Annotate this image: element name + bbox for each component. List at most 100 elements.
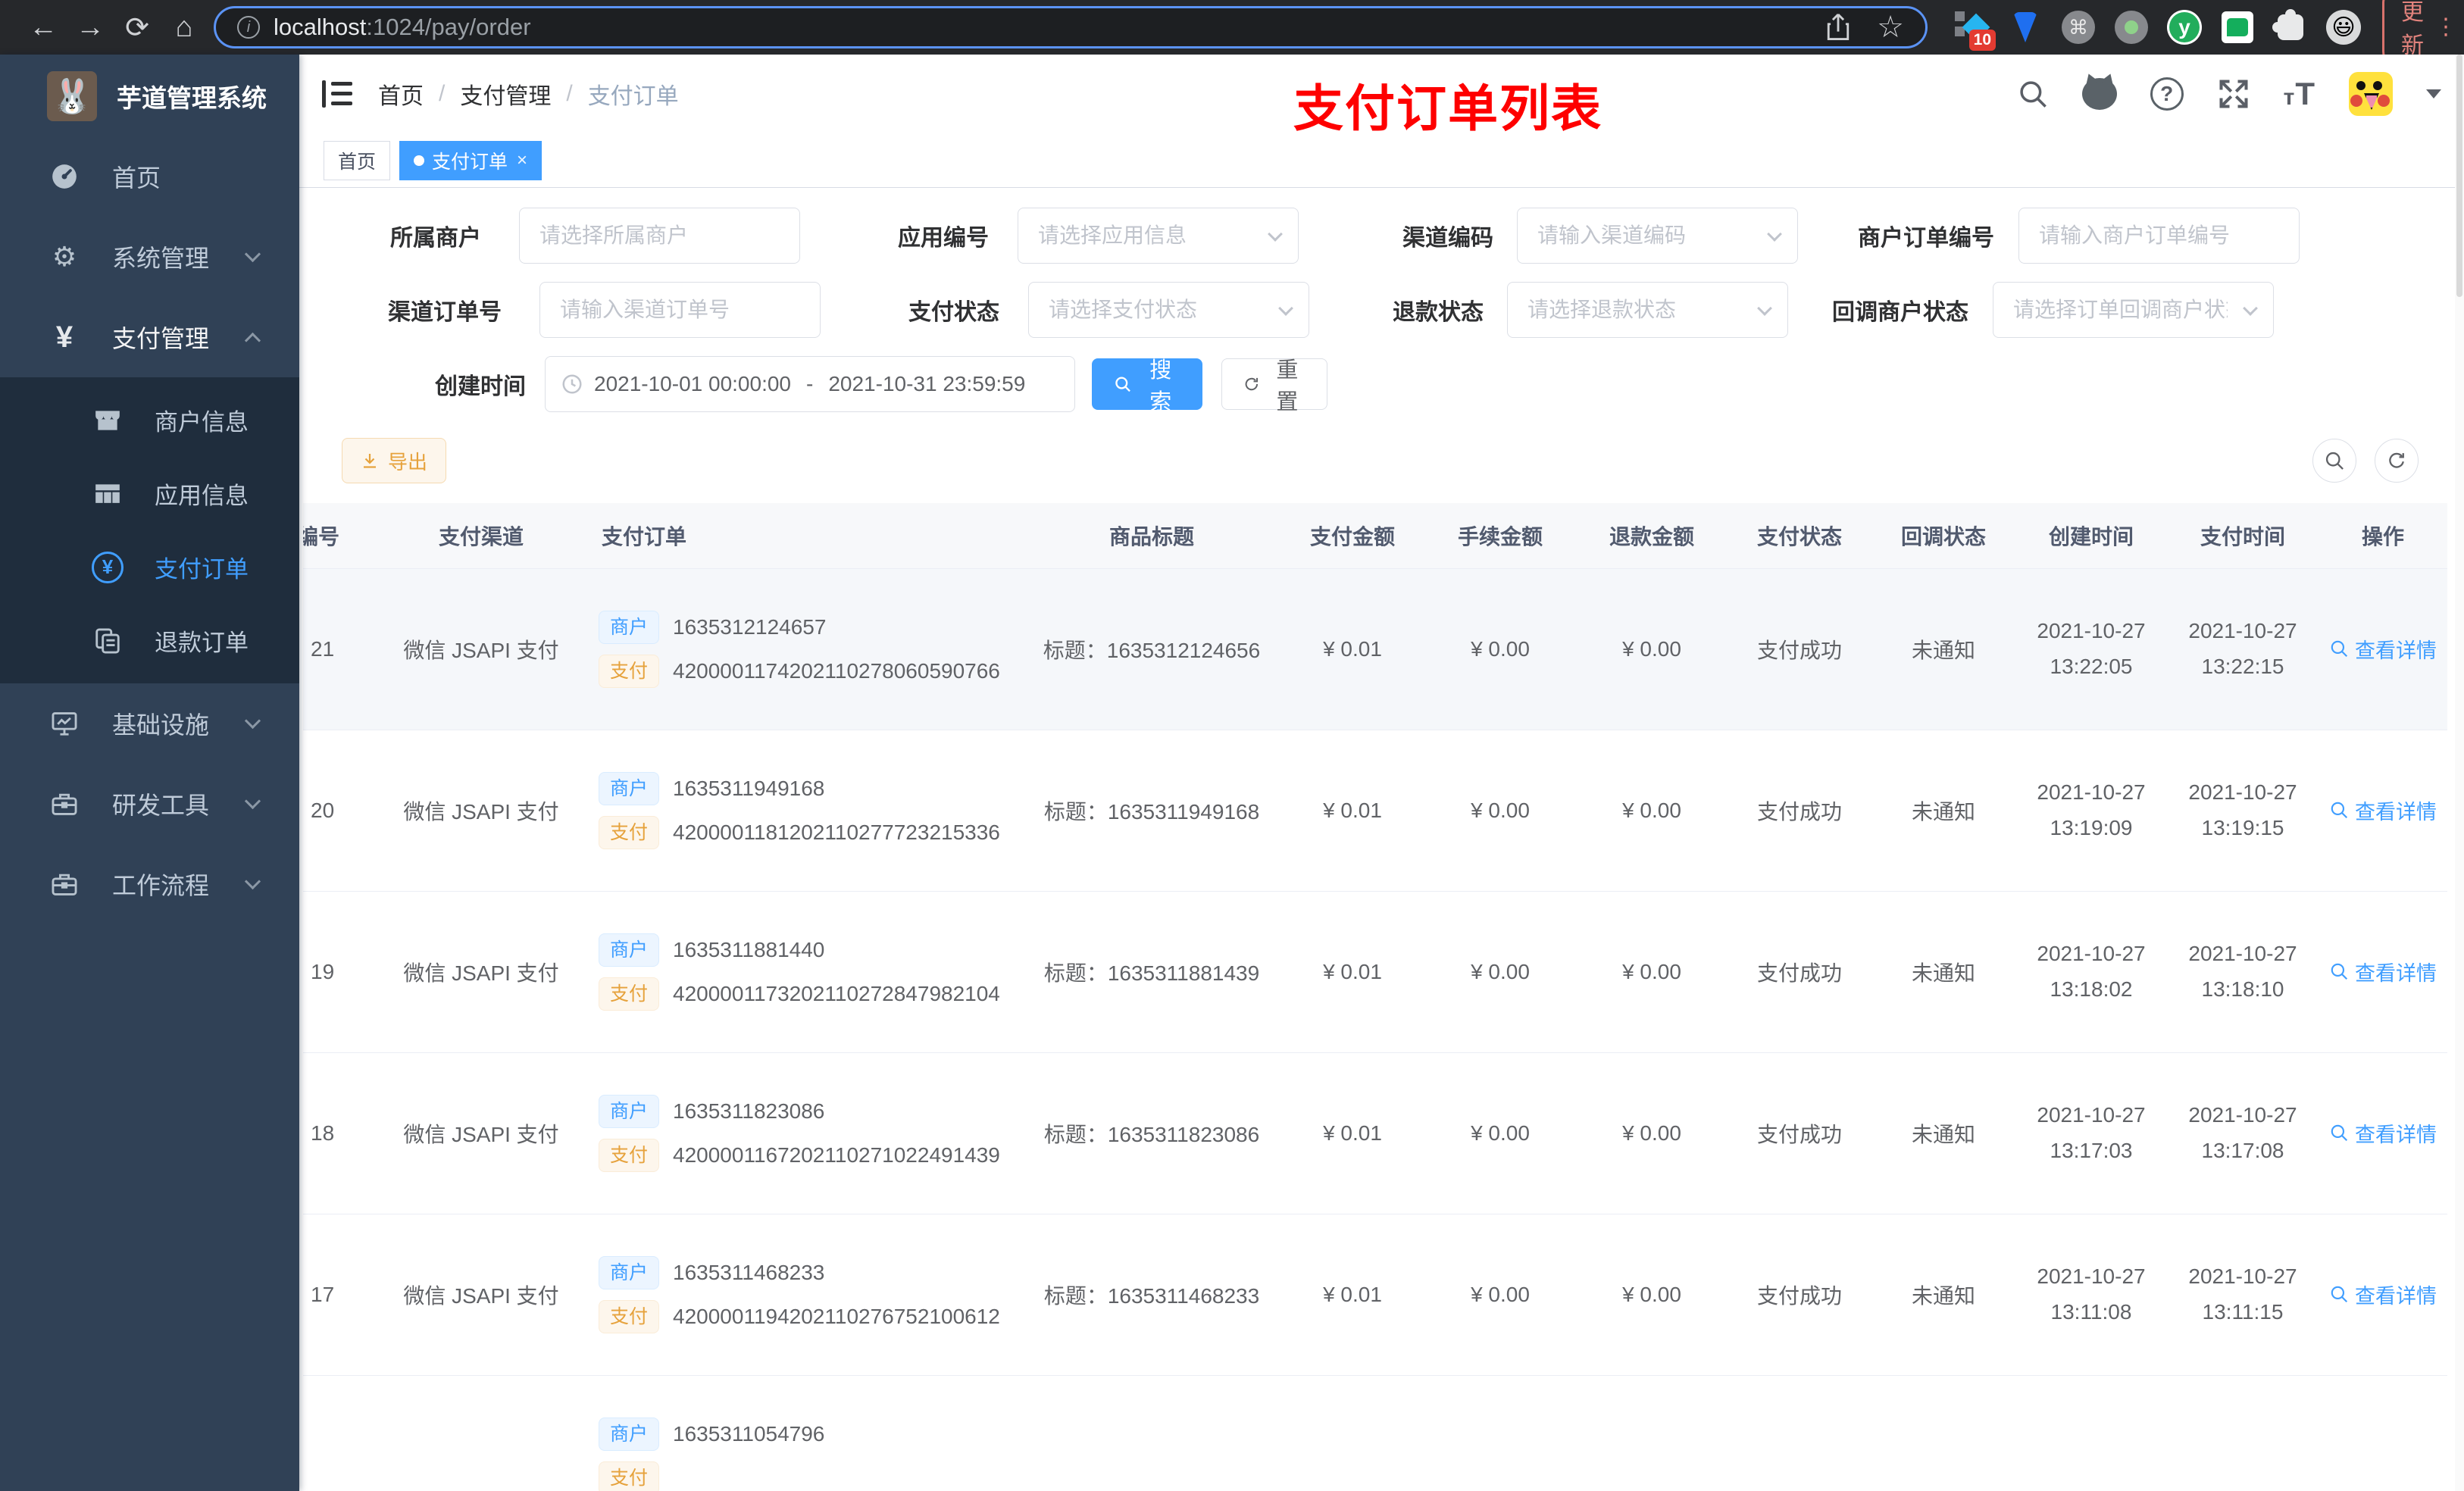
fullscreen-icon[interactable]	[2217, 77, 2250, 111]
app-logo-row[interactable]: 🐰 芋道管理系统	[0, 55, 299, 136]
address-bar[interactable]: i localhost:1024/pay/order ☆	[214, 6, 1928, 48]
help-icon[interactable]: ?	[2150, 77, 2184, 111]
user-avatar[interactable]	[2349, 72, 2393, 116]
channel-order-no-input[interactable]	[539, 282, 821, 338]
filter-label-pay-status: 支付状态	[908, 300, 999, 325]
sidebar-item-merchant-info[interactable]: 商户信息	[0, 383, 299, 457]
view-details-link[interactable]: 查看详情	[2329, 1280, 2437, 1309]
extension-icon-5[interactable]: y	[2167, 10, 2202, 45]
cell-notify-status: 未通知	[1871, 730, 2015, 892]
notify-status-select-input[interactable]	[1993, 282, 2274, 338]
search-icon[interactable]	[2017, 78, 2049, 110]
cell-amount: ¥ 0.01	[1280, 730, 1424, 892]
share-icon[interactable]	[1825, 13, 1851, 42]
merchant-order-no-input[interactable]	[2018, 208, 2300, 264]
table-row[interactable]: 商户 1635311054796 支付	[303, 1375, 2447, 1491]
cell-fee: ¥ 0.00	[1424, 891, 1576, 1053]
sidebar-item-home[interactable]: 首页	[0, 136, 299, 217]
site-info-icon[interactable]: i	[237, 16, 260, 39]
refund-status-select-input[interactable]	[1507, 282, 1788, 338]
sidebar-item-pay-order[interactable]: ¥ 支付订单	[0, 530, 299, 604]
close-icon[interactable]: ×	[517, 150, 527, 171]
view-details-link[interactable]: 查看详情	[2329, 1118, 2437, 1148]
sidebar-item-devtools[interactable]: 研发工具	[0, 764, 299, 844]
download-icon	[364, 454, 376, 468]
table-row[interactable]: 19 微信 JSAPI 支付 商户 1635311881440 支付 4200001…	[303, 891, 2447, 1053]
refresh-table-button[interactable]	[2375, 439, 2419, 483]
extensions-row: 10 ⌘ y 😃	[1955, 9, 2361, 51]
app-logo: 🐰	[47, 71, 97, 121]
cell-amount: ¥ 0.01	[1280, 568, 1424, 730]
refresh-icon	[2389, 452, 2404, 468]
cell-id: 18	[303, 1052, 386, 1214]
url-host: localhost	[274, 14, 367, 40]
sidebar-item-workflow[interactable]: 工作流程	[0, 844, 299, 924]
chevron-down-icon	[244, 873, 261, 890]
avatar-caret-icon[interactable]	[2426, 89, 2441, 98]
app-select-input[interactable]	[1018, 208, 1299, 264]
table-row[interactable]: 17 微信 JSAPI 支付 商户 1635311468233 支付 4200001…	[303, 1214, 2447, 1376]
col-amount: 支付金额	[1280, 503, 1424, 569]
pay-tag: 支付	[599, 1461, 660, 1491]
extension-icon-6[interactable]	[2220, 10, 2255, 45]
cell-pay-order: 商户 1635312124657 支付 4200001174202110278060…	[576, 568, 1023, 730]
cell-amount: ¥ 0.01	[1280, 891, 1424, 1053]
search-button[interactable]: 搜索	[1092, 358, 1202, 414]
dashboard-icon	[48, 162, 80, 191]
extensions-puzzle-icon[interactable]	[2272, 9, 2308, 45]
view-details-link[interactable]: 查看详情	[2329, 796, 2437, 825]
back-icon[interactable]: ←	[20, 11, 67, 44]
chevron-up-icon	[244, 332, 261, 349]
cell-created: 2021-10-27 13:17:03	[2015, 1052, 2167, 1214]
sidebar-item-payment[interactable]: ¥ 支付管理	[0, 297, 299, 377]
filter-label-app: 应用编号	[898, 226, 989, 251]
create-time-range-input[interactable]: 2021-10-01 00:00:00 - 2021-10-31 23:59:5…	[545, 356, 1075, 412]
table-row[interactable]: 21 微信 JSAPI 支付 商户 1635312124657 支付 4200001…	[303, 568, 2447, 730]
browser-menu-icon[interactable]: ⋮	[2434, 14, 2457, 40]
sidebar-item-app-info[interactable]: 应用信息	[0, 457, 299, 530]
scrollbar[interactable]	[2455, 55, 2464, 1491]
reset-button[interactable]: 重置	[1221, 358, 1327, 414]
home-icon[interactable]: ⌂	[161, 11, 208, 44]
font-size-icon[interactable]: тT	[2284, 76, 2315, 112]
extension-icon-3[interactable]: ⌘	[2061, 10, 2096, 45]
filter-label-notify-status: 回调商户状态	[1832, 300, 1968, 325]
sidebar-item-infra[interactable]: 基础设施	[0, 683, 299, 764]
extension-icon-1[interactable]: 10	[1955, 10, 1996, 51]
tab-pay-order[interactable]: 支付订单 ×	[399, 140, 543, 180]
sidebar-item-system[interactable]: ⚙ 系统管理	[0, 217, 299, 297]
col-created: 创建时间	[2015, 503, 2167, 569]
channel-code-select-input[interactable]	[1517, 208, 1798, 264]
bookmark-star-icon[interactable]: ☆	[1877, 10, 1904, 45]
sidebar-item-refund-order[interactable]: 退款订单	[0, 604, 299, 677]
merchant-select-input[interactable]	[519, 208, 800, 264]
cell-pay-order: 商户 1635311823086 支付 4200001167202110271022…	[576, 1052, 1023, 1214]
extension-icon-2[interactable]	[2008, 10, 2043, 45]
browser-chrome: ← → ⟳ ⌂ i localhost:1024/pay/order ☆ 10 …	[0, 0, 2464, 68]
breadcrumb-home[interactable]: 首页	[378, 77, 424, 111]
view-details-link[interactable]: 查看详情	[2329, 957, 2437, 986]
view-details-link[interactable]: 查看详情	[2329, 634, 2437, 664]
pay-status-select-input[interactable]	[1028, 282, 1309, 338]
table-row[interactable]: 20 微信 JSAPI 支付 商户 1635311949168 支付 4200001…	[303, 730, 2447, 892]
magnifier-icon	[2331, 802, 2348, 819]
toolbox-icon	[48, 870, 80, 899]
export-button[interactable]: 导出	[342, 438, 447, 483]
table-row[interactable]: 18 微信 JSAPI 支付 商户 1635311823086 支付 4200001…	[303, 1052, 2447, 1214]
breadcrumb-payment[interactable]: 支付管理	[460, 77, 551, 111]
cell-amount: ¥ 0.01	[1280, 1214, 1424, 1376]
tab-home[interactable]: 首页	[324, 140, 391, 180]
forward-icon[interactable]: →	[67, 11, 114, 44]
cell-paid: 2021-10-27 13:11:15	[2167, 1214, 2319, 1376]
reload-icon[interactable]: ⟳	[114, 11, 161, 45]
hamburger-icon[interactable]	[322, 80, 352, 108]
yen-icon: ¥	[55, 320, 73, 354]
cell-id	[303, 1375, 386, 1491]
pay-tag: 支付	[599, 977, 660, 1011]
extension-icon-4[interactable]	[2114, 10, 2149, 45]
profile-avatar[interactable]: 😃	[2326, 10, 2361, 45]
toggle-search-icon-button[interactable]	[2312, 439, 2356, 483]
filter-label-refund-status: 退款状态	[1393, 300, 1484, 325]
pay-tag: 支付	[599, 1299, 660, 1333]
github-icon[interactable]	[2081, 78, 2117, 110]
